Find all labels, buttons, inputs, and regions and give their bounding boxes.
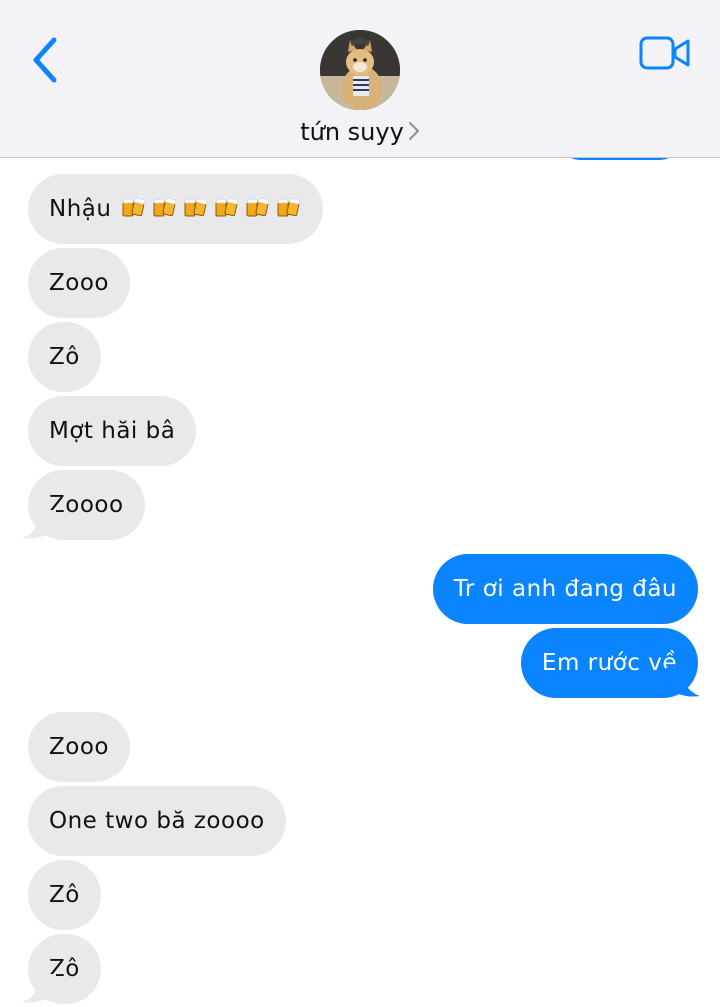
video-camera-icon xyxy=(639,36,690,70)
message-text: Zooo xyxy=(49,270,109,296)
message-bubble-received[interactable]: Nhậu xyxy=(28,174,324,244)
beer-mugs-icon xyxy=(276,177,302,217)
chevron-left-icon xyxy=(33,37,57,83)
message-text: Zô xyxy=(49,882,80,908)
message-text: Nhậu xyxy=(49,196,112,222)
message-bubble-received[interactable]: Mợt hăi bâ xyxy=(28,396,197,466)
message-bubble-received[interactable]: Zô xyxy=(28,860,101,930)
message-bubble-received[interactable]: One two bă zoooo xyxy=(28,786,286,856)
beer-mugs-icon xyxy=(245,177,271,217)
message-text: Mợt hăi bâ xyxy=(49,418,176,444)
message-bubble-received[interactable]: Zooo xyxy=(28,248,130,318)
message-bubble-received[interactable]: Zooo xyxy=(28,712,130,782)
back-button[interactable] xyxy=(26,32,66,88)
message-text: Zooo xyxy=(49,734,109,760)
bubble-tail-sent xyxy=(666,668,700,697)
bubble-tail-received xyxy=(22,510,56,539)
message-text: One two bă zoooo xyxy=(49,808,265,834)
message-bubble-received[interactable]: Zô xyxy=(28,322,101,392)
dog-photo-icon xyxy=(320,30,400,110)
message-text: Zoooo xyxy=(49,492,124,518)
video-call-button[interactable] xyxy=(638,34,692,74)
chevron-right-icon xyxy=(408,122,419,140)
beer-mugs-emoji-row xyxy=(111,196,302,222)
message-bubble-sent[interactable]: Tr ơi anh đang đâu xyxy=(432,554,698,624)
contact-name-button[interactable]: tứn suyy xyxy=(0,118,720,146)
avatar[interactable] xyxy=(320,30,400,110)
beer-mugs-icon xyxy=(183,177,209,217)
conversation-header: tứn suyy xyxy=(0,0,720,158)
beer-mugs-icon xyxy=(214,177,240,217)
message-text: Tr ơi anh đang đâu xyxy=(453,576,677,602)
contact-name: tứn suyy xyxy=(300,118,404,146)
bubble-tail-received xyxy=(22,974,56,1003)
beer-mugs-icon xyxy=(121,177,147,217)
message-text: Em rước về xyxy=(541,650,677,676)
beer-mugs-icon xyxy=(152,177,178,217)
message-text: Zô xyxy=(49,344,80,370)
